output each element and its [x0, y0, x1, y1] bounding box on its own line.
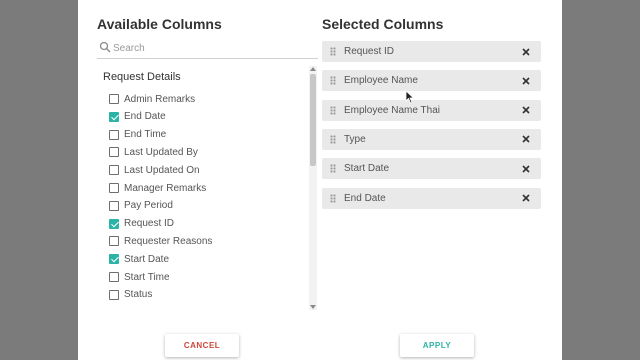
remove-icon[interactable] [519, 132, 533, 146]
remove-icon[interactable] [519, 162, 533, 176]
available-column-label: Status [124, 289, 153, 301]
available-column-label: Last Updated On [124, 164, 200, 176]
selected-column-item[interactable]: Employee Name Thai [322, 99, 541, 121]
checkbox[interactable] [109, 129, 119, 140]
selected-column-label: Start Date [344, 163, 390, 175]
scrollbar-thumb[interactable] [310, 74, 316, 166]
selected-columns-title: Selected Columns [322, 16, 444, 32]
available-column-item[interactable]: Start Time [109, 269, 170, 285]
available-column-item[interactable]: Status [109, 287, 152, 303]
cancel-button[interactable]: CANCEL [165, 334, 239, 357]
drag-handle-icon[interactable] [330, 105, 336, 115]
available-column-item[interactable]: Last Updated On [109, 162, 200, 178]
available-column-label: Start Time [124, 271, 170, 283]
column-chooser-dialog: Available Columns Selected Columns Reque… [78, 0, 562, 360]
selected-column-label: Employee Name [344, 75, 418, 87]
scroll-down-icon[interactable] [310, 305, 316, 309]
group-title: Request Details [103, 71, 181, 83]
checkbox[interactable] [109, 183, 119, 193]
search-icon [99, 41, 111, 53]
checkbox-checked[interactable] [109, 218, 119, 229]
checkbox[interactable] [109, 200, 119, 211]
available-column-item[interactable]: Manager Remarks [109, 180, 206, 196]
available-columns-title: Available Columns [97, 16, 222, 32]
checkbox[interactable] [109, 236, 119, 247]
checkbox[interactable] [109, 147, 119, 158]
checkbox-checked[interactable] [109, 254, 119, 265]
remove-icon[interactable] [519, 45, 533, 59]
remove-icon[interactable] [519, 191, 533, 205]
selected-column-item[interactable]: End Date [322, 187, 541, 209]
selected-column-label: Request ID [344, 46, 395, 57]
checkbox[interactable] [109, 94, 119, 104]
checkbox[interactable] [109, 165, 119, 176]
search-box [97, 39, 318, 59]
available-column-label: Pay Period [124, 200, 173, 212]
drag-handle-icon[interactable] [330, 134, 336, 144]
drag-handle-icon[interactable] [330, 47, 336, 56]
available-column-label: Last Updated By [124, 146, 198, 158]
selected-column-label: End Date [344, 192, 386, 204]
available-column-item[interactable]: Request ID [109, 216, 174, 232]
available-column-item[interactable]: Start Date [109, 251, 169, 267]
selected-column-label: Employee Name Thai [344, 104, 440, 116]
available-columns-list: Request Details Admin Remarks End Date End… [97, 66, 317, 310]
checkbox[interactable] [109, 272, 119, 282]
list-scrollbar[interactable] [309, 66, 317, 310]
available-column-item[interactable]: Admin Remarks [109, 91, 195, 107]
available-column-label: End Date [124, 111, 166, 123]
available-column-label: Requester Reasons [124, 235, 213, 247]
drag-handle-icon[interactable] [330, 76, 336, 86]
available-column-item[interactable]: End Time [109, 127, 166, 143]
available-column-label: Manager Remarks [124, 182, 207, 194]
checkbox-checked[interactable] [109, 111, 119, 122]
mouse-cursor-icon [405, 90, 415, 104]
remove-icon[interactable] [519, 103, 533, 117]
drag-handle-icon[interactable] [330, 193, 336, 203]
available-column-label: End Time [124, 129, 167, 141]
search-input[interactable] [113, 40, 313, 56]
remove-icon[interactable] [519, 74, 533, 88]
available-column-label: Admin Remarks [124, 93, 196, 105]
scroll-up-icon[interactable] [310, 67, 316, 71]
available-column-item[interactable]: Requester Reasons [109, 233, 212, 249]
selected-column-item[interactable]: Request ID [322, 41, 541, 62]
available-column-item[interactable]: End Date [109, 109, 166, 125]
drag-handle-icon[interactable] [330, 164, 336, 174]
checkbox[interactable] [109, 289, 119, 300]
available-column-label: Request ID [124, 218, 175, 230]
selected-column-item[interactable]: Employee Name [322, 70, 541, 92]
apply-button[interactable]: APPLY [400, 334, 474, 357]
selected-column-item[interactable]: Start Date [322, 158, 541, 180]
selected-column-label: Type [344, 133, 366, 145]
available-column-label: Start Date [124, 253, 170, 265]
available-column-item[interactable]: Last Updated By [109, 144, 198, 160]
available-column-item[interactable]: Pay Period [109, 198, 173, 214]
selected-column-item[interactable]: Type [322, 128, 541, 150]
